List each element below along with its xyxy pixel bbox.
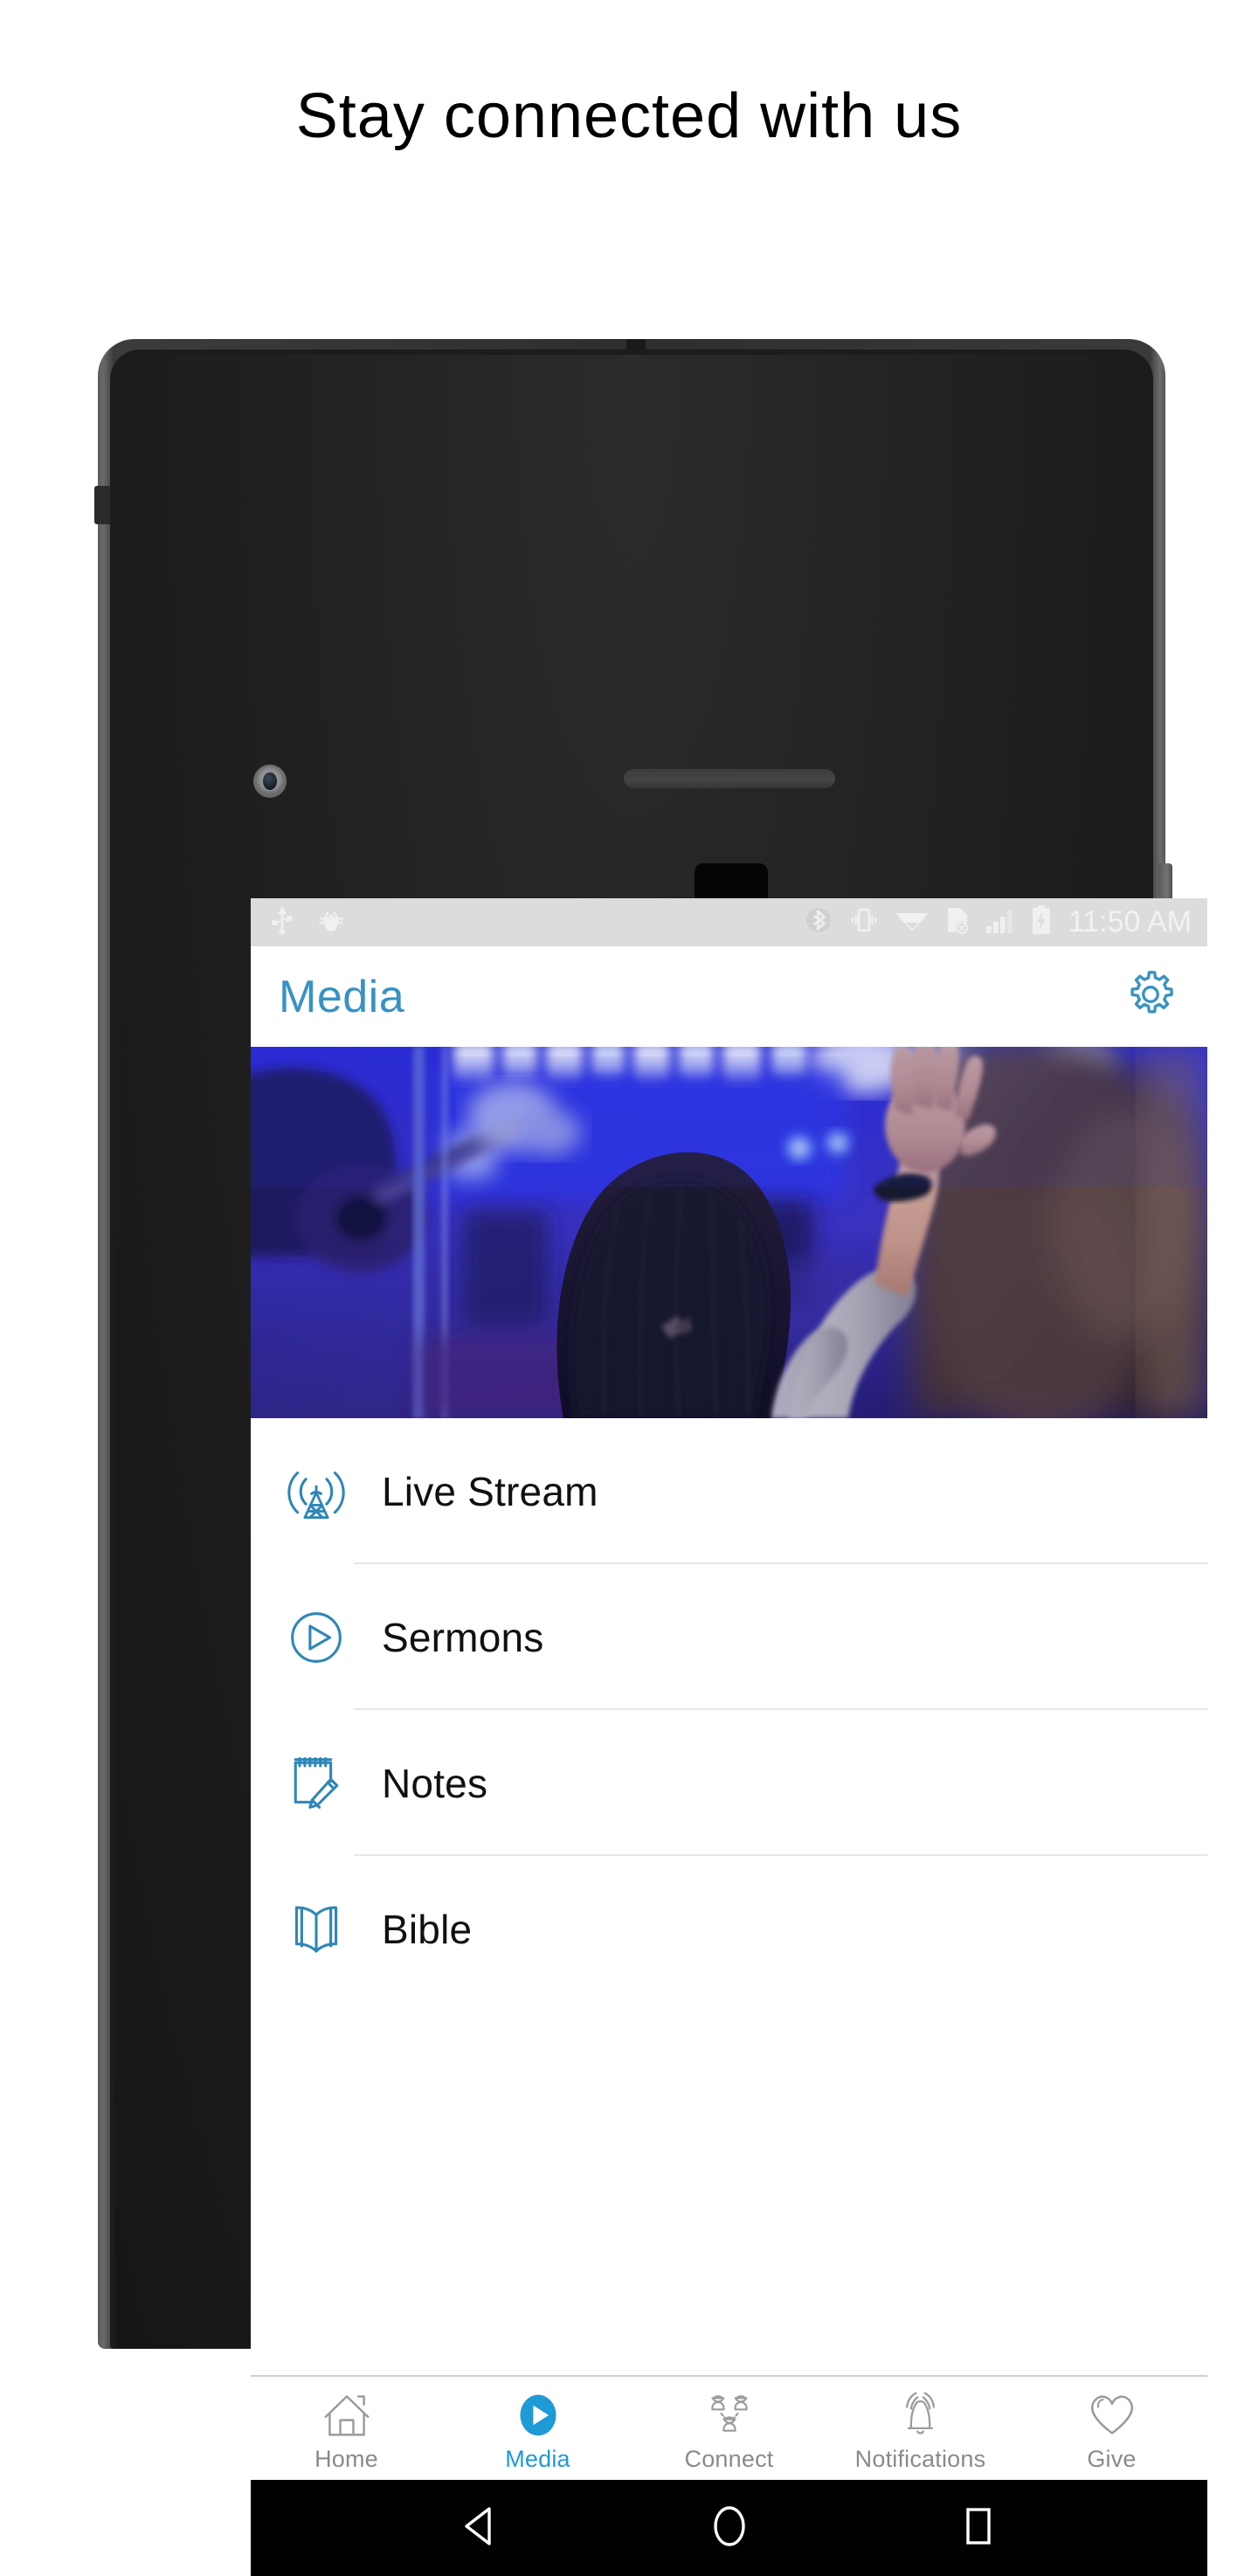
bluetooth-icon xyxy=(803,904,834,940)
notepad-pencil-icon xyxy=(279,1746,354,1821)
status-bar-right-icons: 11:50 AM xyxy=(803,904,1195,940)
vibrate-icon xyxy=(847,905,881,939)
phone-mockup: 11:50 AM Media Live Stream Sermons Notes… xyxy=(94,339,1207,2576)
tab-label: Home xyxy=(314,2445,378,2472)
page-title: Stay connected with us xyxy=(295,81,963,151)
status-bar-left-icons xyxy=(270,905,345,939)
back-triangle-icon[interactable] xyxy=(453,2498,508,2559)
menu-item-label: Bible xyxy=(382,1906,473,1952)
tab-home[interactable]: Home xyxy=(251,2377,442,2480)
no-sim-icon xyxy=(943,904,972,940)
tab-label: Connect xyxy=(684,2445,774,2472)
tab-give[interactable]: Give xyxy=(1016,2377,1207,2480)
home-circle-icon[interactable] xyxy=(702,2498,757,2559)
menu-item-notes[interactable]: Notes xyxy=(251,1710,1207,1856)
heart-icon xyxy=(1086,2388,1138,2442)
android-debug-bug-icon xyxy=(317,905,345,939)
bell-ringing-icon xyxy=(894,2388,948,2442)
tab-label: Give xyxy=(1087,2445,1137,2472)
tab-media[interactable]: Media xyxy=(442,2377,633,2480)
tab-notifications[interactable]: Notifications xyxy=(825,2377,1016,2480)
worship-photo-illustration xyxy=(251,1047,1207,1418)
app-bar: Media xyxy=(251,946,1207,1047)
broadcast-tower-icon xyxy=(279,1454,354,1529)
house-icon xyxy=(321,2388,373,2442)
menu-item-sermons[interactable]: Sermons xyxy=(251,1564,1207,1710)
menu-item-label: Sermons xyxy=(382,1614,544,1660)
people-group-icon xyxy=(702,2388,757,2442)
battery-charging-icon xyxy=(1030,904,1053,940)
android-status-bar: 11:50 AM xyxy=(251,898,1207,946)
menu-item-label: Notes xyxy=(382,1760,488,1806)
menu-item-bible[interactable]: Bible xyxy=(251,1856,1207,2002)
front-camera-icon xyxy=(253,765,287,798)
media-menu-list: Live Stream Sermons Notes Bible xyxy=(251,1418,1207,2002)
hero-image xyxy=(251,1047,1207,1418)
earpiece-speaker xyxy=(624,769,835,788)
play-circle-outline-icon xyxy=(279,1600,354,1675)
play-circle-filled-icon xyxy=(512,2388,564,2442)
app-bar-actions xyxy=(1123,967,1178,1026)
status-bar-clock: 11:50 AM xyxy=(1068,905,1192,938)
phone-left-button[interactable] xyxy=(94,486,110,524)
tab-label: Media xyxy=(505,2445,570,2472)
bottom-tab-bar: Home Media Connect Notifications Give xyxy=(251,2375,1207,2480)
tab-label: Notifications xyxy=(854,2445,986,2472)
android-navigation-bar xyxy=(251,2480,1207,2576)
app-bar-title: Media xyxy=(279,971,405,1022)
cellular-signal-icon xyxy=(985,905,1018,939)
open-book-icon xyxy=(279,1892,354,1967)
recents-square-icon[interactable] xyxy=(950,2498,1006,2559)
usb-icon xyxy=(270,905,294,939)
wifi-icon xyxy=(894,905,930,939)
gear-icon[interactable] xyxy=(1123,967,1178,1026)
menu-item-live-stream[interactable]: Live Stream xyxy=(251,1418,1207,1564)
menu-item-label: Live Stream xyxy=(382,1468,598,1514)
tab-connect[interactable]: Connect xyxy=(633,2377,825,2480)
phone-screen: 11:50 AM Media Live Stream Sermons Notes… xyxy=(251,898,1207,2576)
